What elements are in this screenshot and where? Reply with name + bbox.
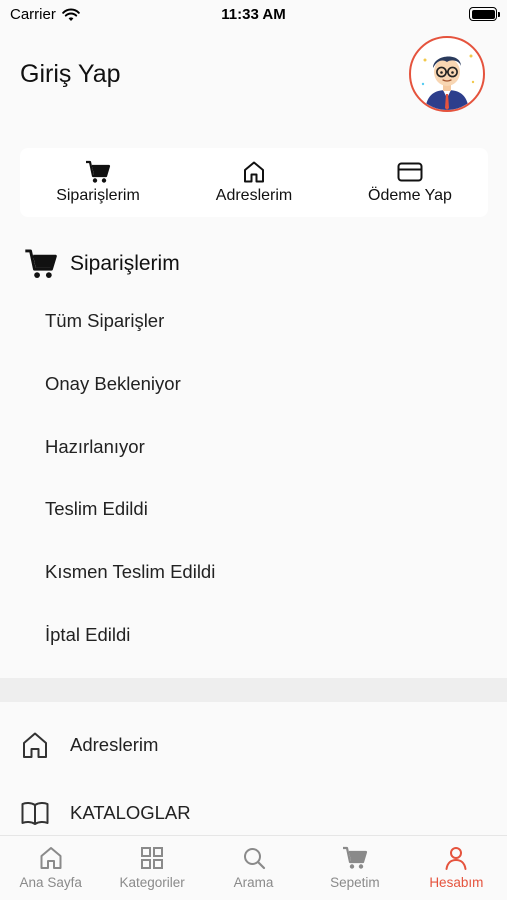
search-icon bbox=[243, 848, 265, 870]
status-bar: Carrier 11:33 AM bbox=[0, 0, 507, 30]
avatar[interactable] bbox=[409, 36, 485, 112]
credit-card-icon bbox=[397, 162, 423, 182]
tab-search[interactable]: Arama bbox=[203, 836, 304, 900]
menu-item-label: Adreslerim bbox=[70, 734, 159, 755]
battery-icon bbox=[469, 7, 500, 21]
home-icon bbox=[244, 161, 264, 183]
quick-action-label: Ödeme Yap bbox=[368, 187, 452, 204]
quick-action-addresses[interactable]: Adreslerim bbox=[176, 148, 332, 217]
status-time: 11:33 AM bbox=[221, 6, 286, 23]
orders-item-awaiting-approval[interactable]: Onay Bekleniyor bbox=[0, 353, 507, 416]
login-title[interactable]: Giriş Yap bbox=[20, 60, 121, 89]
orders-item-cancelled[interactable]: İptal Edildi bbox=[0, 604, 507, 667]
book-icon bbox=[21, 801, 49, 825]
orders-section-title: Siparişlerim bbox=[70, 252, 180, 275]
tab-cart[interactable]: Sepetim bbox=[304, 836, 405, 900]
orders-section-header: Siparişlerim bbox=[24, 248, 180, 280]
quick-action-orders[interactable]: Siparişlerim bbox=[20, 148, 176, 217]
home-icon bbox=[23, 732, 47, 758]
cart-icon bbox=[342, 846, 368, 869]
header: Giriş Yap bbox=[0, 30, 507, 130]
menu-item-label: KATALOGLAR bbox=[70, 802, 191, 823]
tab-bar: Ana Sayfa Kategoriler Arama Sepetim Hesa… bbox=[0, 835, 507, 900]
cart-icon bbox=[86, 160, 111, 183]
quick-action-label: Adreslerim bbox=[215, 187, 293, 204]
orders-item-all[interactable]: Tüm Siparişler bbox=[0, 290, 507, 353]
orders-item-partially-delivered[interactable]: Kısmen Teslim Edildi bbox=[0, 541, 507, 604]
quick-action-payment[interactable]: Ödeme Yap bbox=[332, 148, 488, 217]
quick-actions-card: Siparişlerim Adreslerim Ödeme Yap bbox=[20, 148, 488, 217]
orders-item-preparing[interactable]: Hazırlanıyor bbox=[0, 416, 507, 479]
quick-action-label: Siparişlerim bbox=[56, 187, 140, 204]
tab-categories[interactable]: Kategoriler bbox=[101, 836, 202, 900]
tab-account[interactable]: Hesabım bbox=[406, 836, 507, 900]
tab-label: Sepetim bbox=[330, 875, 380, 890]
menu-item-addresses[interactable]: Adreslerim bbox=[0, 713, 507, 777]
grid-icon bbox=[141, 847, 164, 869]
orders-list: Tüm Siparişler Onay Bekleniyor Hazırlanı… bbox=[0, 290, 507, 667]
tab-label: Hesabım bbox=[429, 875, 484, 890]
user-icon bbox=[445, 847, 467, 870]
tab-label: Ana Sayfa bbox=[19, 875, 82, 890]
tab-label: Kategoriler bbox=[119, 875, 185, 890]
cart-icon bbox=[25, 249, 57, 278]
home-icon bbox=[40, 847, 62, 869]
avatar-illustration-icon bbox=[421, 54, 475, 110]
tab-label: Arama bbox=[233, 875, 274, 890]
orders-item-delivered[interactable]: Teslim Edildi bbox=[0, 478, 507, 541]
tab-home[interactable]: Ana Sayfa bbox=[0, 836, 101, 900]
section-divider bbox=[0, 678, 507, 702]
